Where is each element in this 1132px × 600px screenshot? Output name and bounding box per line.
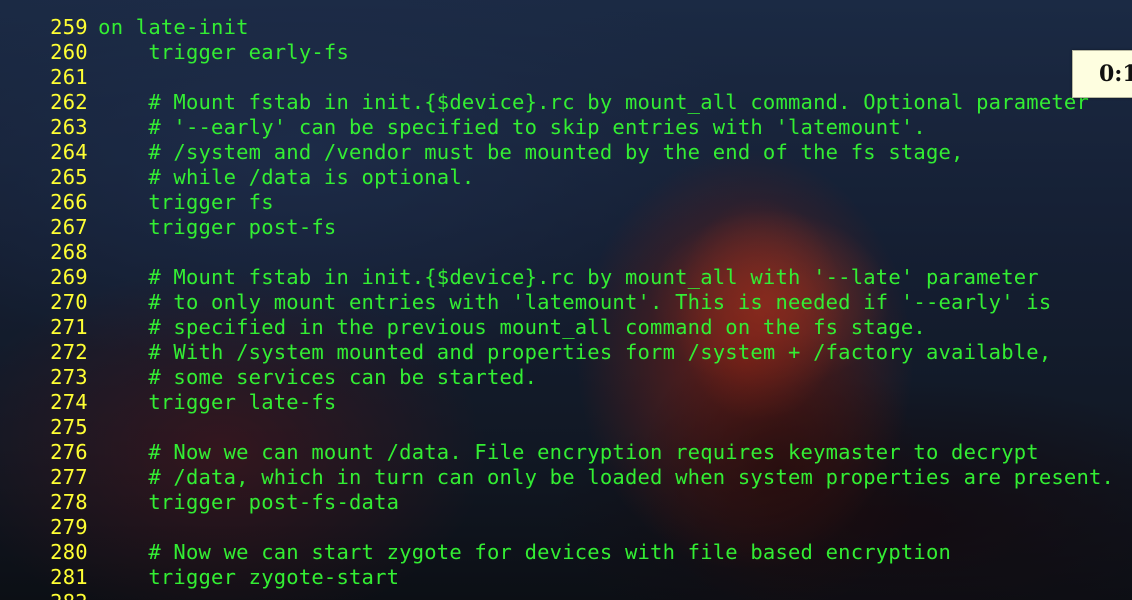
- line-number: 282: [50, 590, 98, 600]
- line-number: 271: [50, 315, 88, 339]
- line-number: 278: [50, 490, 88, 514]
- line-text: # some services can be started.: [98, 365, 538, 389]
- line-text: # while /data is optional.: [98, 165, 475, 189]
- line-text: trigger early-fs: [98, 40, 350, 64]
- line-number: 265: [50, 165, 88, 189]
- line-text: # to only mount entries with 'latemount'…: [98, 290, 1052, 314]
- line-number: 281: [50, 565, 88, 589]
- line-number: 259: [50, 15, 88, 39]
- line-number: 260: [50, 40, 88, 64]
- line-number: 267: [50, 215, 88, 239]
- line-text: # '--early' can be specified to skip ent…: [98, 115, 926, 139]
- line-text: # /data, which in turn can only be loade…: [98, 465, 1115, 489]
- line-text: # Now we can start zygote for devices wi…: [98, 540, 952, 564]
- line-text: # Mount fstab in init.{$device}.rc by mo…: [98, 90, 1089, 114]
- line-text: trigger late-fs: [98, 390, 337, 414]
- line-number: 269: [50, 265, 88, 289]
- line-number: 270: [50, 290, 88, 314]
- line-number: 261: [50, 65, 88, 89]
- line-number: 279: [50, 515, 88, 539]
- line-number: 277: [50, 465, 88, 489]
- line-text: on late-init: [98, 15, 249, 39]
- line-text: trigger zygote-start: [98, 565, 400, 589]
- editor-line: 269 # Mount fstab in init.{$device}.rc b…: [0, 240, 1132, 289]
- line-number: 280: [50, 540, 88, 564]
- line-number: 264: [50, 140, 88, 164]
- line-number: 263: [50, 115, 88, 139]
- line-number: 276: [50, 440, 88, 464]
- line-number: 273: [50, 365, 88, 389]
- editor-line: 259 on late-init: [0, 0, 1132, 39]
- line-number: 272: [50, 340, 88, 364]
- terminal-text-editor[interactable]: 259 on late-init 260 trigger early-fs 261…: [0, 0, 1132, 600]
- line-text: trigger post-fs: [98, 215, 337, 239]
- line-text: # specified in the previous mount_all co…: [98, 315, 926, 339]
- line-text: # /system and /vendor must be mounted by…: [98, 140, 964, 164]
- line-text: # With /system mounted and properties fo…: [98, 340, 1052, 364]
- line-text: trigger fs: [98, 190, 274, 214]
- editor-line: 276 # Now we can mount /data. File encry…: [0, 415, 1132, 464]
- line-number: 266: [50, 190, 88, 214]
- line-text: trigger post-fs-data: [98, 490, 400, 514]
- line-number: 262: [50, 90, 88, 114]
- line-text: # Now we can mount /data. File encryptio…: [98, 440, 1039, 464]
- line-text: # Mount fstab in init.{$device}.rc by mo…: [98, 265, 1039, 289]
- line-number: 268: [50, 240, 88, 264]
- line-number: 275: [50, 415, 88, 439]
- timer-overlay: 0:1: [1072, 50, 1132, 98]
- editor-line: 262 # Mount fstab in init.{$device}.rc b…: [0, 65, 1132, 114]
- line-number: 274: [50, 390, 88, 414]
- editor-line: 280 # Now we can start zygote for device…: [0, 515, 1132, 564]
